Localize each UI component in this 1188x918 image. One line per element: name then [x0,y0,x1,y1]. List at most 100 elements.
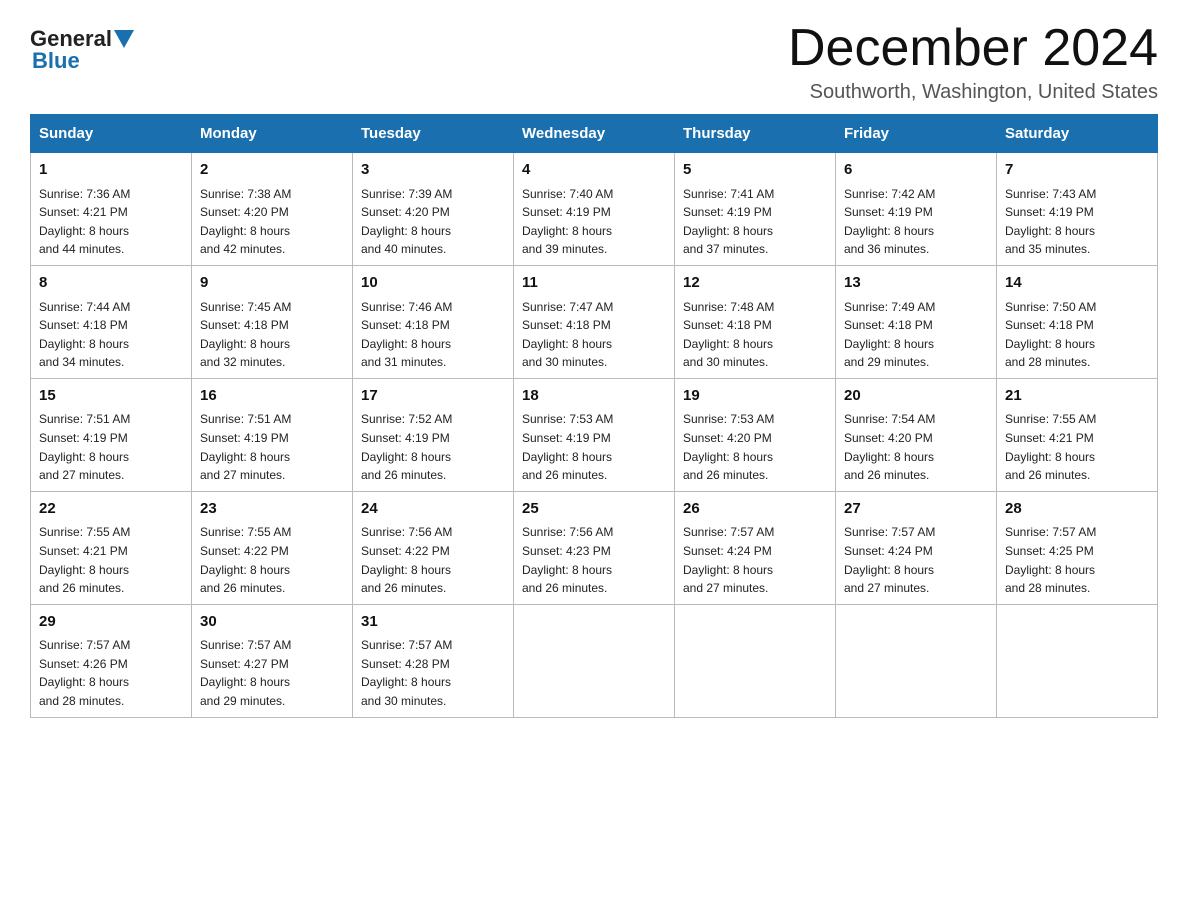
calendar-cell: 9Sunrise: 7:45 AMSunset: 4:18 PMDaylight… [192,266,353,379]
calendar-cell: 26Sunrise: 7:57 AMSunset: 4:24 PMDayligh… [675,491,836,604]
calendar-cell: 4 Sunrise: 7:40 AMSunset: 4:19 PMDaylight… [514,153,675,266]
logo-general-text: General [30,28,112,50]
day-number: 16 [200,385,344,408]
calendar-cell [675,604,836,717]
calendar-cell: 30Sunrise: 7:57 AMSunset: 4:27 PMDayligh… [192,604,353,717]
day-number: 20 [844,385,988,408]
day-number: 29 [39,611,183,634]
day-number: 12 [683,272,827,295]
calendar-cell: 12 Sunrise: 7:48 AMSunset: 4:18 PMDayligh… [675,266,836,379]
calendar-header-row: SundayMondayTuesdayWednesdayThursdayFrid… [31,115,1158,153]
logo-blue-text: Blue [32,48,80,74]
day-info: Sunrise: 7:43 AMSunset: 4:19 PMDaylight:… [1005,185,1149,259]
day-number: 28 [1005,498,1149,521]
day-info: Sunrise: 7:57 AMSunset: 4:27 PMDaylight:… [200,636,344,710]
calendar-week-row: 1 Sunrise: 7:36 AMSunset: 4:21 PMDaylight… [31,153,1158,266]
calendar-cell: 2 Sunrise: 7:38 AMSunset: 4:20 PMDaylight… [192,153,353,266]
day-number: 30 [200,611,344,634]
calendar-cell: 25Sunrise: 7:56 AMSunset: 4:23 PMDayligh… [514,491,675,604]
day-info: Sunrise: 7:38 AMSunset: 4:20 PMDaylight:… [200,185,344,259]
title-block: December 2024 Southworth, Washington, Un… [788,20,1158,104]
calendar-cell [836,604,997,717]
day-number: 13 [844,272,988,295]
calendar-cell: 5 Sunrise: 7:41 AMSunset: 4:19 PMDaylight… [675,153,836,266]
calendar-week-row: 22Sunrise: 7:55 AMSunset: 4:21 PMDayligh… [31,491,1158,604]
calendar-cell: 6 Sunrise: 7:42 AMSunset: 4:19 PMDaylight… [836,153,997,266]
day-info: Sunrise: 7:40 AMSunset: 4:19 PMDaylight:… [522,185,666,259]
calendar-cell: 24Sunrise: 7:56 AMSunset: 4:22 PMDayligh… [353,491,514,604]
calendar-cell: 28Sunrise: 7:57 AMSunset: 4:25 PMDayligh… [997,491,1158,604]
day-info: Sunrise: 7:57 AMSunset: 4:28 PMDaylight:… [361,636,505,710]
calendar-cell: 29Sunrise: 7:57 AMSunset: 4:26 PMDayligh… [31,604,192,717]
col-header-tuesday: Tuesday [353,115,514,153]
calendar-week-row: 8Sunrise: 7:44 AMSunset: 4:18 PMDaylight… [31,266,1158,379]
calendar-cell: 7 Sunrise: 7:43 AMSunset: 4:19 PMDaylight… [997,153,1158,266]
col-header-wednesday: Wednesday [514,115,675,153]
day-number: 26 [683,498,827,521]
day-info: Sunrise: 7:56 AMSunset: 4:23 PMDaylight:… [522,523,666,597]
day-info: Sunrise: 7:50 AMSunset: 4:18 PMDaylight:… [1005,298,1149,372]
day-info: Sunrise: 7:42 AMSunset: 4:19 PMDaylight:… [844,185,988,259]
day-info: Sunrise: 7:57 AMSunset: 4:25 PMDaylight:… [1005,523,1149,597]
day-number: 25 [522,498,666,521]
calendar-cell: 13 Sunrise: 7:49 AMSunset: 4:18 PMDayligh… [836,266,997,379]
col-header-sunday: Sunday [31,115,192,153]
day-number: 19 [683,385,827,408]
calendar-cell: 22Sunrise: 7:55 AMSunset: 4:21 PMDayligh… [31,491,192,604]
day-info: Sunrise: 7:46 AMSunset: 4:18 PMDaylight:… [361,298,505,372]
day-info: Sunrise: 7:47 AMSunset: 4:18 PMDaylight:… [522,298,666,372]
logo-triangle-icon [114,30,134,48]
day-number: 9 [200,272,344,295]
calendar-cell: 18Sunrise: 7:53 AMSunset: 4:19 PMDayligh… [514,378,675,491]
day-number: 11 [522,272,666,295]
day-number: 5 [683,159,827,182]
month-title: December 2024 [788,20,1158,77]
day-info: Sunrise: 7:51 AMSunset: 4:19 PMDaylight:… [200,410,344,484]
day-number: 3 [361,159,505,182]
day-number: 31 [361,611,505,634]
calendar-cell: 20Sunrise: 7:54 AMSunset: 4:20 PMDayligh… [836,378,997,491]
day-info: Sunrise: 7:52 AMSunset: 4:19 PMDaylight:… [361,410,505,484]
day-number: 1 [39,159,183,182]
calendar-cell: 14 Sunrise: 7:50 AMSunset: 4:18 PMDayligh… [997,266,1158,379]
calendar-table: SundayMondayTuesdayWednesdayThursdayFrid… [30,114,1158,717]
day-number: 14 [1005,272,1149,295]
day-number: 10 [361,272,505,295]
day-info: Sunrise: 7:41 AMSunset: 4:19 PMDaylight:… [683,185,827,259]
page-header: General Blue December 2024 Southworth, W… [30,20,1158,104]
calendar-cell: 27Sunrise: 7:57 AMSunset: 4:24 PMDayligh… [836,491,997,604]
day-number: 21 [1005,385,1149,408]
day-number: 24 [361,498,505,521]
day-info: Sunrise: 7:36 AMSunset: 4:21 PMDaylight:… [39,185,183,259]
logo: General Blue [30,28,136,74]
day-info: Sunrise: 7:39 AMSunset: 4:20 PMDaylight:… [361,185,505,259]
calendar-cell [997,604,1158,717]
calendar-cell: 17Sunrise: 7:52 AMSunset: 4:19 PMDayligh… [353,378,514,491]
day-number: 15 [39,385,183,408]
calendar-cell: 23Sunrise: 7:55 AMSunset: 4:22 PMDayligh… [192,491,353,604]
day-info: Sunrise: 7:44 AMSunset: 4:18 PMDaylight:… [39,298,183,372]
day-info: Sunrise: 7:57 AMSunset: 4:24 PMDaylight:… [683,523,827,597]
day-info: Sunrise: 7:55 AMSunset: 4:21 PMDaylight:… [39,523,183,597]
day-info: Sunrise: 7:57 AMSunset: 4:26 PMDaylight:… [39,636,183,710]
calendar-cell: 1 Sunrise: 7:36 AMSunset: 4:21 PMDaylight… [31,153,192,266]
day-info: Sunrise: 7:55 AMSunset: 4:22 PMDaylight:… [200,523,344,597]
day-number: 7 [1005,159,1149,182]
day-info: Sunrise: 7:53 AMSunset: 4:19 PMDaylight:… [522,410,666,484]
day-number: 27 [844,498,988,521]
day-number: 4 [522,159,666,182]
calendar-cell: 3 Sunrise: 7:39 AMSunset: 4:20 PMDaylight… [353,153,514,266]
day-info: Sunrise: 7:55 AMSunset: 4:21 PMDaylight:… [1005,410,1149,484]
day-info: Sunrise: 7:48 AMSunset: 4:18 PMDaylight:… [683,298,827,372]
calendar-cell: 19Sunrise: 7:53 AMSunset: 4:20 PMDayligh… [675,378,836,491]
calendar-week-row: 29Sunrise: 7:57 AMSunset: 4:26 PMDayligh… [31,604,1158,717]
day-number: 18 [522,385,666,408]
calendar-cell: 15Sunrise: 7:51 AMSunset: 4:19 PMDayligh… [31,378,192,491]
day-info: Sunrise: 7:49 AMSunset: 4:18 PMDaylight:… [844,298,988,372]
calendar-cell: 10 Sunrise: 7:46 AMSunset: 4:18 PMDayligh… [353,266,514,379]
day-info: Sunrise: 7:54 AMSunset: 4:20 PMDaylight:… [844,410,988,484]
day-number: 6 [844,159,988,182]
col-header-thursday: Thursday [675,115,836,153]
day-info: Sunrise: 7:51 AMSunset: 4:19 PMDaylight:… [39,410,183,484]
day-number: 2 [200,159,344,182]
